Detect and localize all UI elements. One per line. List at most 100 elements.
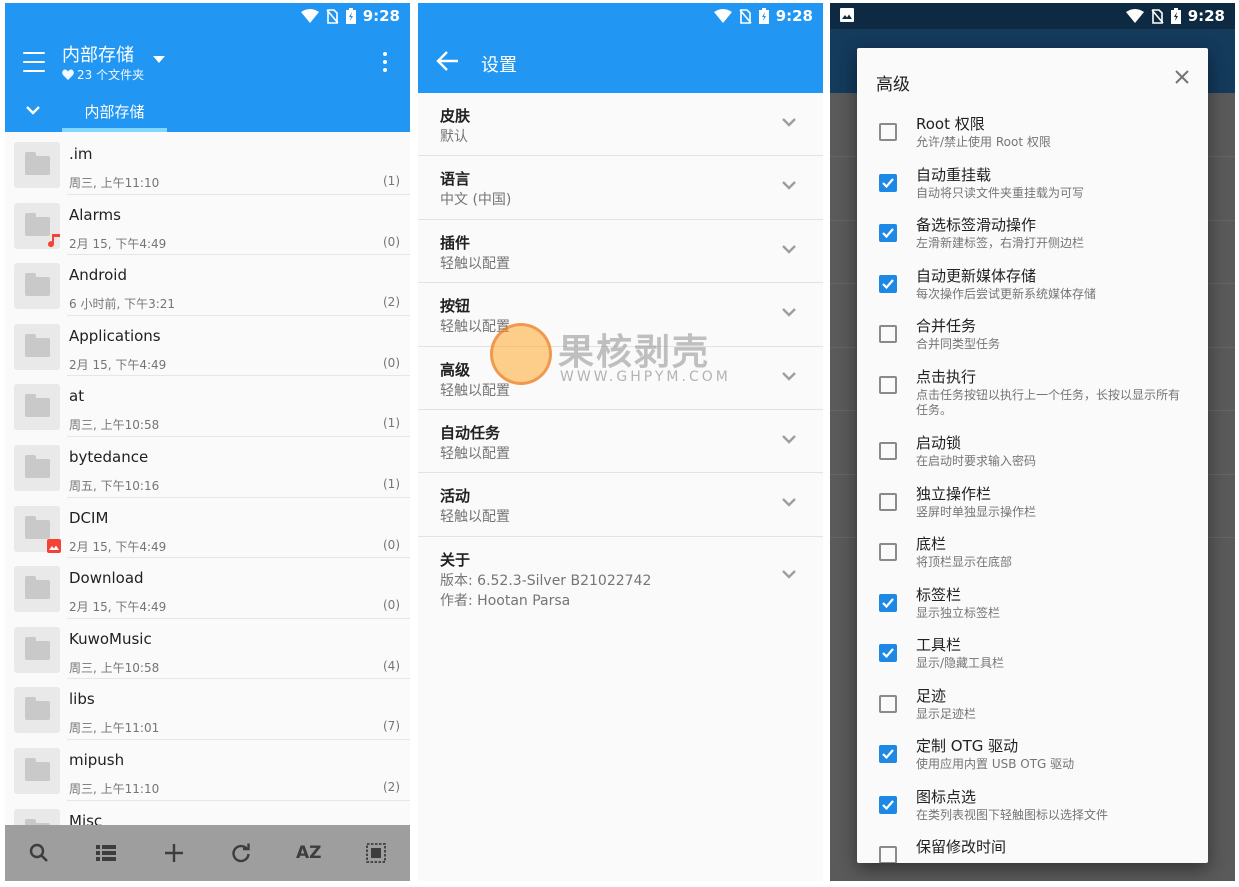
chevron-down-icon <box>782 569 796 579</box>
checkbox[interactable] <box>879 543 897 561</box>
checkbox[interactable] <box>879 123 897 141</box>
close-icon[interactable] <box>1174 69 1190 85</box>
settings-list: 皮肤 默认 语言 中文 (中国) 插件 轻触以配置 按钮 轻触以配置 高级 轻触… <box>418 93 823 617</box>
option-root[interactable]: Root 权限 允许/禁止使用 Root 权限 <box>857 108 1208 159</box>
option-subtitle: 点击任务按钮以执行上一个任务，长按以显示所有任务。 <box>916 387 1181 417</box>
tab-internal-storage[interactable]: 内部存储 <box>62 98 167 132</box>
file-date: 2月 15, 下午4:49 <box>69 357 167 372</box>
status-bar: 9:28 <box>5 3 410 29</box>
list-item[interactable]: at 周三, 上午10:58 (1) <box>14 376 410 437</box>
settings-item-plugins[interactable]: 插件 轻触以配置 <box>418 220 823 284</box>
chevron-down-icon <box>782 435 796 444</box>
menu-icon[interactable] <box>21 49 47 75</box>
option-separate-action-bar[interactable]: 独立操作栏 竖屏时单独显示操作栏 <box>857 478 1208 529</box>
chevron-down-icon <box>782 371 796 381</box>
file-count: (1) <box>383 416 400 431</box>
option-auto-remount[interactable]: 自动重挂载 自动将只读文件夹重挂载为可写 <box>857 159 1208 210</box>
option-auto-media-store[interactable]: 自动更新媒体存储 每次操作后尝试更新系统媒体存储 <box>857 260 1208 311</box>
settings-item-subtitle: 默认 <box>440 129 468 145</box>
list-item[interactable]: Download 2月 15, 下午4:49 (0) <box>14 558 410 619</box>
settings-item-about[interactable]: 关于 版本: 6.52.3-Silver B21022742 作者: Hoota… <box>418 537 823 617</box>
option-alt-tab-swipe[interactable]: 备选标签滑动操作 左滑新建标签，右滑打开侧边栏 <box>857 209 1208 260</box>
settings-item-buttons[interactable]: 按钮 轻触以配置 <box>418 283 823 347</box>
select-all-icon[interactable] <box>358 835 394 871</box>
file-name: KuwoMusic <box>69 629 152 648</box>
option-footprints[interactable]: 足迹 显示足迹栏 <box>857 680 1208 731</box>
option-click-execute[interactable]: 点击执行 点击任务按钮以执行上一个任务，长按以显示所有任务。 <box>857 361 1208 427</box>
list-item[interactable]: KuwoMusic 周三, 上午10:58 (4) <box>14 619 410 680</box>
file-date: 2月 15, 下午4:49 <box>69 539 167 554</box>
option-merge-tasks[interactable]: 合并任务 合并同类型任务 <box>857 310 1208 361</box>
option-subtitle: 自动将只读文件夹重挂载为可写 <box>916 185 1085 200</box>
back-arrow-icon[interactable] <box>436 50 460 72</box>
settings-item-auto-tasks[interactable]: 自动任务 轻触以配置 <box>418 410 823 474</box>
option-tab-bar[interactable]: 标签栏 显示独立标签栏 <box>857 579 1208 630</box>
checkbox[interactable] <box>879 375 897 394</box>
option-subtitle: 允许/禁止使用 Root 权限 <box>916 135 1051 149</box>
settings-item-title: 高级 <box>440 360 471 379</box>
file-name: Alarms <box>69 205 121 224</box>
list-item[interactable]: Android 6 小时前, 下午3:21 (2) <box>14 255 410 316</box>
option-title: 图标点选 <box>916 787 977 806</box>
checkbox[interactable] <box>879 846 897 863</box>
checkbox[interactable] <box>879 795 897 814</box>
dropdown-arrow-icon[interactable] <box>153 56 165 63</box>
option-subtitle: 合并同类型任务 <box>916 337 1001 351</box>
file-name: Android <box>69 266 127 285</box>
file-name: .im <box>69 145 93 163</box>
checkbox[interactable] <box>879 694 897 713</box>
settings-item-skin[interactable]: 皮肤 默认 <box>418 93 823 157</box>
sort-az-icon[interactable]: AZ <box>291 835 327 871</box>
folder-icon <box>14 566 60 613</box>
list-item[interactable]: Alarms 2月 15, 下午4:49 (0) <box>14 195 410 256</box>
list-item[interactable]: Applications 2月 15, 下午4:49 (0) <box>14 316 410 377</box>
refresh-icon[interactable] <box>223 835 259 871</box>
chevron-down-icon[interactable] <box>25 105 41 115</box>
chevron-down-icon <box>782 308 796 317</box>
list-view-icon[interactable] <box>88 835 124 871</box>
wifi-icon <box>1125 9 1144 23</box>
list-item[interactable]: mipush 周三, 上午11:10 (2) <box>14 740 410 801</box>
checkbox[interactable] <box>879 173 897 192</box>
more-options-icon[interactable] <box>377 50 393 74</box>
option-toolbar[interactable]: 工具栏 显示/隐藏工具栏 <box>857 629 1208 680</box>
settings-item-activity[interactable]: 活动 轻触以配置 <box>418 473 823 537</box>
settings-item-subtitle: 轻触以配置 <box>440 445 510 462</box>
checkbox[interactable] <box>879 644 897 662</box>
file-date: 周五, 下午10:16 <box>69 478 160 493</box>
option-custom-otg-driver[interactable]: 定制 OTG 驱动 使用应用内置 USB OTG 驱动 <box>857 730 1208 781</box>
checkbox[interactable] <box>879 325 897 343</box>
option-startup-lock[interactable]: 启动锁 在启动时要求输入密码 <box>857 427 1208 478</box>
option-title: 标签栏 <box>916 585 962 604</box>
checkbox[interactable] <box>879 593 897 612</box>
option-bottom-bar[interactable]: 底栏 将顶栏显示在底部 <box>857 528 1208 579</box>
list-item[interactable]: bytedance 周五, 下午10:16 (1) <box>14 437 410 498</box>
settings-item-advanced[interactable]: 高级 轻触以配置 <box>418 347 823 410</box>
storage-title[interactable]: 内部存储 <box>62 41 134 67</box>
option-title: 点击执行 <box>916 367 977 386</box>
folder-icon <box>14 626 60 673</box>
list-item[interactable]: libs 周三, 上午11:01 (7) <box>14 679 410 740</box>
checkbox[interactable] <box>879 745 897 763</box>
advanced-dialog: 高级 Root 权限 允许/禁止使用 Root 权限 自动重挂载 自动将只读文件… <box>857 48 1208 863</box>
page-title: 设置 <box>481 55 517 76</box>
settings-item-subtitle: 轻触以配置 <box>440 382 510 399</box>
checkbox[interactable] <box>879 274 897 293</box>
wifi-icon <box>713 9 732 23</box>
checkbox[interactable] <box>879 442 897 460</box>
list-item[interactable]: DCIM 2月 15, 下午4:49 (0) <box>14 498 410 559</box>
search-icon[interactable] <box>21 835 57 871</box>
add-icon[interactable] <box>156 835 192 871</box>
option-title: 独立操作栏 <box>916 484 992 503</box>
list-item[interactable]: .im 周三, 上午11:10 (1) <box>14 134 410 195</box>
file-date: 2月 15, 下午4:49 <box>69 236 167 251</box>
option-keep-modified-time[interactable]: 保留修改时间 <box>857 831 1208 863</box>
file-name: bytedance <box>69 447 149 466</box>
file-count: (0) <box>383 598 400 613</box>
settings-item-language[interactable]: 语言 中文 (中国) <box>418 156 823 220</box>
checkbox[interactable] <box>879 492 897 511</box>
option-icon-select[interactable]: 图标点选 在类列表视图下轻触图标以选择文件 <box>857 781 1208 832</box>
checkbox[interactable] <box>879 224 897 242</box>
option-title: 备选标签滑动操作 <box>916 216 1037 234</box>
no-sim-icon <box>1151 8 1164 24</box>
